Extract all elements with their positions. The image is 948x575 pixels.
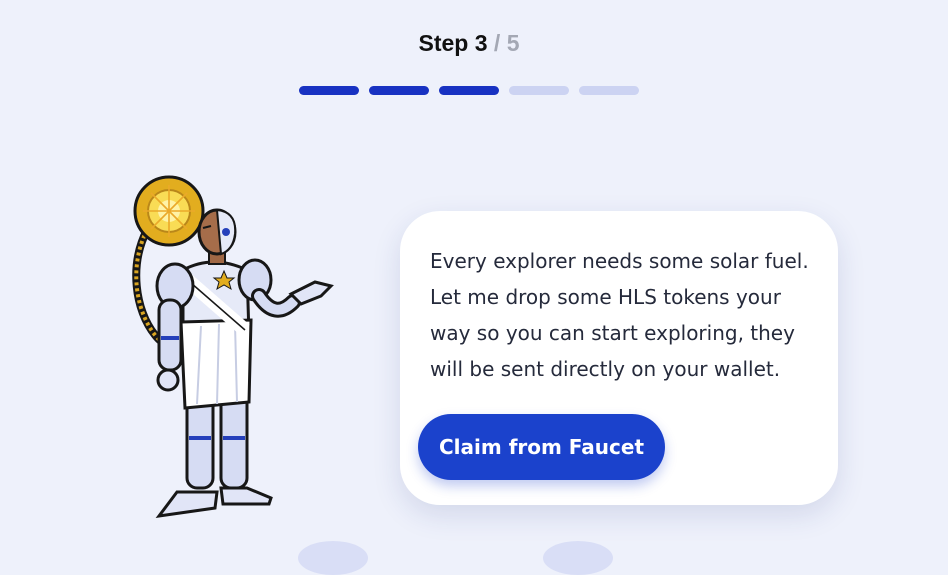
progress-segment-4 — [509, 86, 569, 95]
message-text: Every explorer needs some solar fuel. Le… — [430, 249, 809, 381]
bottom-decoration-right — [543, 541, 613, 575]
step-indicator: Step 3 / 5 — [0, 30, 938, 57]
progress-bar — [299, 86, 639, 95]
step-current: 3 — [474, 30, 488, 56]
step-total: 5 — [506, 30, 520, 56]
step-word: Step — [418, 30, 469, 56]
progress-segment-3 — [439, 86, 499, 95]
message-card: Every explorer needs some solar fuel. Le… — [400, 211, 838, 505]
step-separator: / — [493, 30, 501, 56]
progress-segment-1 — [299, 86, 359, 95]
bottom-decoration-left — [298, 541, 368, 575]
progress-segment-2 — [369, 86, 429, 95]
claim-from-faucet-button[interactable]: Claim from Faucet — [418, 414, 665, 480]
progress-segment-5 — [579, 86, 639, 95]
robot-explorer-icon — [125, 170, 345, 530]
